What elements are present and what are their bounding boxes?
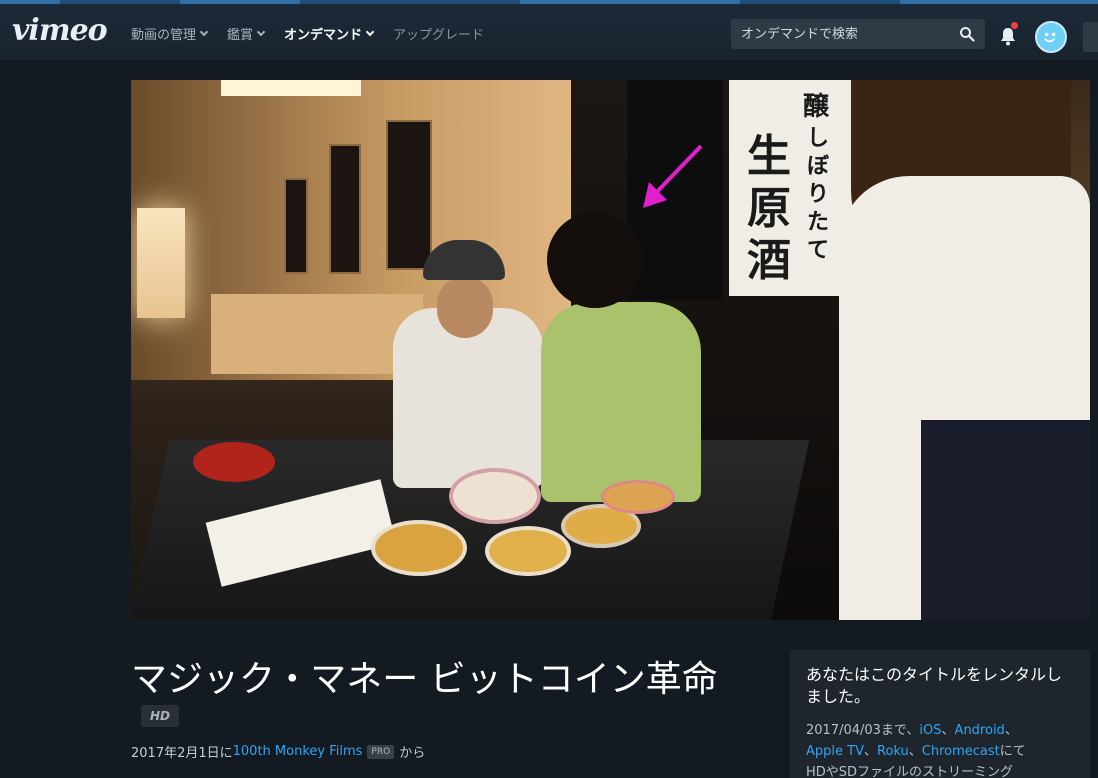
author-link[interactable]: 100th Monkey Films (233, 744, 363, 759)
rental-after-platforms: にて (999, 744, 1026, 759)
platform-link-ios[interactable]: iOS (919, 723, 941, 738)
notification-dot (1011, 22, 1018, 29)
pink-arrow-annotation (643, 144, 703, 208)
search-icon[interactable] (959, 26, 975, 42)
vimeo-logo[interactable]: vimeo (12, 13, 108, 48)
banner-char: 酒 (747, 235, 791, 286)
nav-label: オンデマンド (284, 28, 363, 43)
sushi-plate (485, 526, 571, 576)
sushi-plate (371, 520, 467, 576)
platform-link-android[interactable]: Android (955, 723, 1005, 738)
video-player[interactable]: 醸 し ぼ り た て 生 原 酒 (131, 80, 1090, 620)
red-bowl (193, 442, 275, 482)
separator: 、 (941, 723, 955, 738)
nav-label: 動画の管理 (131, 28, 197, 43)
upload-button[interactable] (1083, 22, 1098, 52)
site-header: vimeo 動画の管理 鑑賞 オンデマンド アップグレード (0, 4, 1098, 60)
search-box (731, 19, 985, 49)
waitress-apron (921, 420, 1090, 620)
chevron-down-icon (256, 27, 266, 36)
platform-link-chromecast[interactable]: Chromecast (922, 744, 1000, 759)
wall-poster (329, 144, 361, 274)
platform-link-apple-tv[interactable]: Apple TV (806, 744, 864, 759)
upload-date: 2017年2月1日に (131, 746, 233, 761)
chevron-down-icon (365, 27, 375, 36)
rental-panel: あなたはこのタイトルをレンタルしました。 2017/04/03まで、iOS、An… (790, 650, 1090, 778)
video-title: マジック・マネー ビットコイン革命 (131, 659, 718, 700)
separator: 、 (1004, 723, 1018, 738)
woman-figure (541, 302, 701, 502)
bell-icon[interactable] (999, 26, 1017, 46)
banner-char: 醸 (803, 92, 830, 122)
woman-hair (547, 212, 643, 308)
paper-lantern (137, 208, 185, 318)
man-face (437, 276, 493, 338)
rental-details: 2017/04/03まで、iOS、Android、 Apple TV、Roku、C… (806, 720, 1074, 778)
plate-stack (449, 468, 541, 524)
nav-label: 鑑賞 (227, 28, 254, 43)
booth-partition (211, 294, 423, 374)
chevron-down-icon (199, 27, 209, 36)
search-input[interactable] (731, 19, 951, 49)
main-nav: 動画の管理 鑑賞 オンデマンド アップグレード (131, 24, 504, 43)
pro-badge: PRO (367, 744, 395, 759)
nav-watch[interactable]: 鑑賞 (227, 24, 266, 43)
meta-suffix: から (399, 746, 426, 761)
rental-title: あなたはこのタイトルをレンタルしました。 (806, 665, 1063, 706)
separator: 、 (908, 744, 922, 759)
rental-line-tail: HDやSDファイルのストリーミング (806, 765, 1014, 778)
nav-label: アップグレード (393, 28, 485, 43)
wall-poster (386, 120, 432, 270)
avatar[interactable] (1035, 21, 1067, 53)
rental-until: 2017/04/03まで、 (806, 723, 920, 738)
ceiling-light (221, 80, 361, 96)
nav-upgrade[interactable]: アップグレード (393, 24, 484, 43)
video-meta: 2017年2月1日に 100th Monkey Films PRO から (131, 742, 425, 761)
nav-manage-videos[interactable]: 動画の管理 (131, 24, 209, 43)
nav-on-demand[interactable]: オンデマンド (284, 24, 375, 43)
wall-poster (284, 178, 308, 274)
hd-badge: HD (141, 705, 179, 727)
separator: 、 (863, 744, 877, 759)
smiley-face-icon (1044, 32, 1056, 43)
platform-link-roku[interactable]: Roku (877, 744, 909, 759)
banner-char: て (807, 237, 830, 263)
sushi-plate (601, 480, 675, 514)
